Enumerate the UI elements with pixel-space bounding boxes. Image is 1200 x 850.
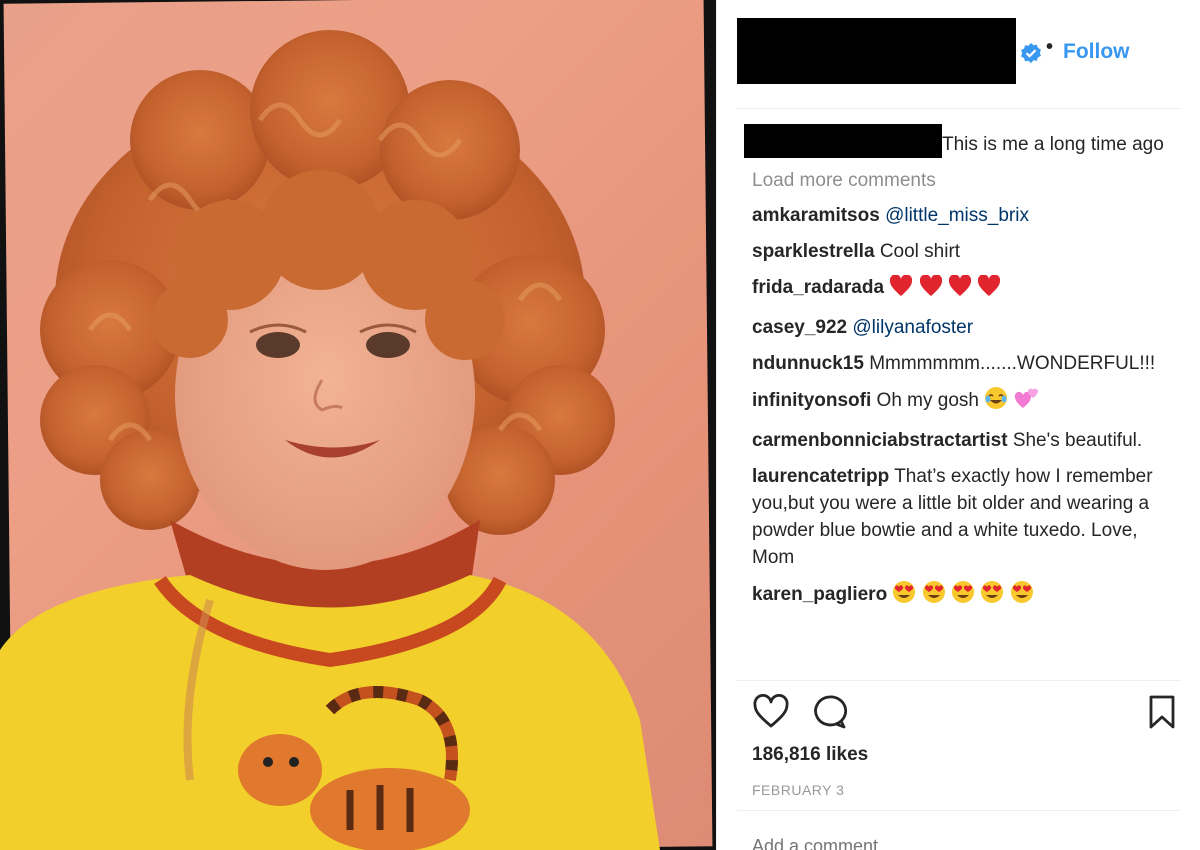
comment-text: Cool shirt [879,241,961,262]
comment: amkaramitsos @little_miss_brix [752,202,1172,229]
red-heart-icon [919,274,943,305]
red-heart-icon [889,274,913,305]
add-comment-input[interactable] [752,836,1172,850]
comment: carmenbonniciabstractartist She's beauti… [752,427,1172,454]
comment-username[interactable]: infinityonsofi [752,390,871,411]
heart-eyes-icon [951,580,975,612]
comment: frida_radarada [752,274,1172,305]
comment-username[interactable]: ndunnuck15 [752,353,864,374]
two-hearts-icon [1014,386,1040,418]
comment-text: Oh my gosh [876,390,979,411]
comments-list: This is me a long time ago Load more com… [744,124,1172,612]
red-heart-icon [977,274,1001,305]
comment-username[interactable]: karen_pagliero [752,584,887,605]
comment-username[interactable]: carmenbonniciabstractartist [752,430,1008,451]
comment: casey_922 @lilyanafoster [752,314,1172,341]
comment-bubble-icon[interactable] [810,694,848,730]
header-separator: • [1046,36,1054,58]
comment-username[interactable]: frida_radarada [752,277,884,298]
verified-badge-icon [1021,43,1041,63]
like-heart-icon[interactable] [752,694,790,730]
comment-text: She's beautiful. [1012,430,1143,451]
comment-text: Mmmmmmm.......WONDERFUL!!! [869,353,1156,374]
post-header: • Follow [717,0,1200,108]
bookmark-icon[interactable] [1148,694,1176,730]
heart-eyes-icon [892,580,916,612]
comment-username[interactable]: sparklestrella [752,241,875,262]
comment-divider [737,810,1181,811]
post-side-panel: • Follow This is me a long time ago Load… [716,0,1200,850]
comment-mention[interactable]: @lilyanafoster [852,317,973,338]
comment: ndunnuck15 Mmmmmmm.......WONDERFUL!!! [752,350,1172,377]
likes-count[interactable]: 186,816 likes [752,744,868,766]
comment: sparklestrella Cool shirt [752,238,1172,265]
comment-username[interactable]: laurencatetripp [752,466,889,487]
heart-eyes-icon [980,580,1004,612]
follow-button[interactable]: Follow [1063,40,1130,64]
header-divider [737,108,1181,109]
redacted-caption-username [744,124,942,158]
load-more-comments-button[interactable]: Load more comments [752,169,1172,193]
comment: infinityonsofi Oh my gosh [752,386,1172,418]
comment-mention[interactable]: @little_miss_brix [885,205,1029,226]
post-photo[interactable] [0,0,716,850]
comment-username[interactable]: amkaramitsos [752,205,880,226]
comment: karen_pagliero [752,580,1172,612]
child-portrait-illustration [0,30,660,850]
heart-eyes-icon [922,580,946,612]
caption: This is me a long time ago [744,124,1172,158]
comment: laurencatetripp That’s exactly how I rem… [752,463,1172,571]
red-heart-icon [948,274,972,305]
heart-eyes-icon [1010,580,1034,612]
caption-text: This is me a long time ago [942,134,1164,155]
post-date: FEBRUARY 3 [752,782,845,798]
redacted-username-block [737,18,1016,84]
comment-username[interactable]: casey_922 [752,317,847,338]
post-actions [752,694,1175,734]
actions-divider [737,680,1181,681]
tears-of-joy-icon [984,386,1008,418]
